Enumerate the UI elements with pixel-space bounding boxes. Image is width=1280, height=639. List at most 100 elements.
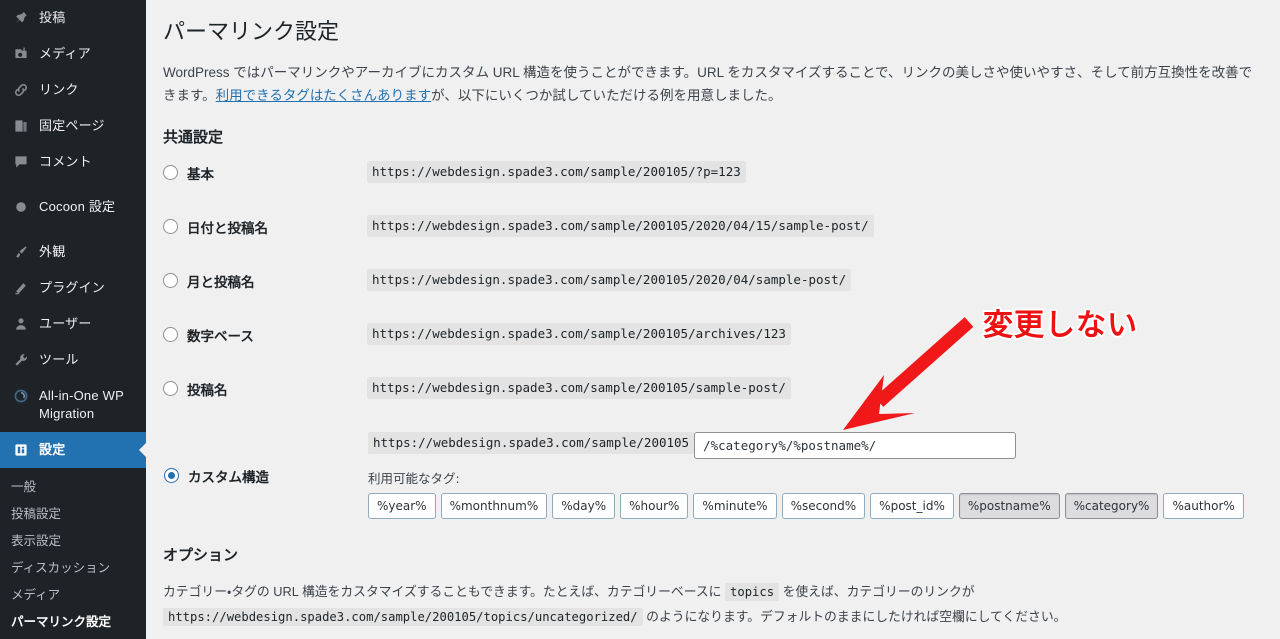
permalink-example-url: https://webdesign.spade3.com/sample/2001… [367,268,852,291]
sidebar-item-users[interactable]: ユーザー [0,306,146,342]
tag-button-author[interactable]: %author% [1163,492,1244,519]
sidebar-item-comments[interactable]: コメント [0,144,146,180]
permalink-option-row: 数字ベース https://webdesign.spade3.com/sampl… [163,322,1260,377]
migration-icon [11,387,31,405]
submenu-item-general[interactable]: 一般 [0,474,146,501]
permalink-example-url: https://webdesign.spade3.com/sample/2001… [367,214,874,237]
options-title: オプション [163,546,239,564]
sidebar-item-label: 外観 [39,244,66,259]
permalink-option-row: 基本 https://webdesign.spade3.com/sample/2… [163,160,1260,215]
available-tags-label: 利用可能なタグ: [368,470,460,486]
media-icon [11,45,31,63]
custom-structure-input[interactable] [694,431,1017,459]
available-tags-row: %year% %monthnum% %day% %hour% %minute% … [368,492,1259,519]
sidebar-item-label: ツール [39,352,79,367]
permalink-base-url: https://webdesign.spade3.com/sample/2001… [368,431,695,454]
permalink-option-label: 投稿名 [187,382,228,398]
permalink-option-post-name[interactable]: 投稿名 [163,379,367,399]
sidebar-item-tools[interactable]: ツール [0,342,146,378]
tag-button-second[interactable]: %second% [781,492,866,519]
available-tags-link[interactable]: 利用できるタグはたくさんあります [216,88,431,103]
tag-button-hour[interactable]: %hour% [620,492,689,519]
sidebar-item-label: Cocoon 設定 [39,199,116,214]
sidebar-item-settings[interactable]: 設定 [0,432,146,468]
common-settings-title: 共通設定 [163,128,224,146]
sidebar-separator [0,180,146,189]
submenu-item-writing[interactable]: 投稿設定 [0,501,146,528]
sidebar-item-label: 投稿 [39,10,66,25]
permalink-option-row-custom: カスタム構造 https://webdesign.spade3.com/samp… [163,431,1260,520]
sidebar-item-links[interactable]: リンク [0,72,146,108]
sidebar-item-appearance[interactable]: 外観 [0,234,146,270]
intro-paragraph: WordPress ではパーマリンクやアーカイブにカスタム URL 構造を使うこ… [163,61,1260,108]
sidebar-separator [0,225,146,234]
permalink-option-numeric[interactable]: 数字ベース [163,325,367,345]
submenu-item-media[interactable]: メディア [0,582,146,609]
tag-button-category[interactable]: %category% [1064,492,1159,519]
circle-icon [11,198,31,216]
sidebar-item-posts[interactable]: 投稿 [0,0,146,36]
permalink-option-month-and-name[interactable]: 月と投稿名 [163,271,367,291]
link-icon [11,81,31,99]
radio-month-and-name[interactable] [163,273,178,289]
permalink-option-custom-structure[interactable]: カスタム構造 [164,466,366,486]
options-text-part2: を使えば、カテゴリーのリンクが [782,583,975,599]
sidebar-item-label: 固定ページ [39,118,105,133]
sidebar-item-all-in-one-wp-migration[interactable]: All-in-One WP Migration [0,378,146,432]
intro-text-part2: が、以下にいくつか試していただける例を用意しました。 [431,88,782,104]
sidebar-item-plugins[interactable]: プラグイン [0,270,146,306]
radio-plain[interactable] [163,165,178,181]
permalink-option-label: 数字ベース [187,328,254,344]
sidebar-item-media[interactable]: メディア [0,36,146,72]
permalink-option-plain[interactable]: 基本 [163,163,367,183]
sidebar-item-cocoon-settings[interactable]: Cocoon 設定 [0,189,146,225]
permalink-example-url: https://webdesign.spade3.com/sample/2001… [367,376,791,399]
radio-custom-structure[interactable] [164,468,179,484]
options-description: カテゴリー・タグの URL 構造をカスタマイズすることもできます。たとえば、カテ… [163,579,1260,630]
plugin-icon [11,279,31,297]
permalink-option-day-and-name[interactable]: 日付と投稿名 [163,217,367,237]
admin-screen: 投稿 メディア リンク 固定ページ コメント Cocoon 設定 外観 プラグイ… [0,0,1280,639]
admin-sidebar: 投稿 メディア リンク 固定ページ コメント Cocoon 設定 外観 プラグイ… [0,0,146,639]
sidebar-item-label: コメント [39,154,92,169]
user-icon [11,315,31,333]
settings-icon [11,441,31,459]
sidebar-item-label: リンク [39,82,79,97]
radio-day-and-name[interactable] [163,219,178,235]
permalink-option-label: カスタム構造 [188,469,269,485]
submenu-item-permalinks[interactable]: パーマリンク設定 [0,609,146,636]
brush-icon [11,243,31,261]
permalink-option-label: 日付と投稿名 [187,220,268,236]
options-text-part1: カテゴリー・タグの URL 構造をカスタマイズすることもできます。たとえば、カテ… [163,583,722,599]
sidebar-item-label: プラグイン [39,280,106,295]
pages-icon [11,117,31,135]
submenu-item-discussion[interactable]: ディスカッション [0,555,146,582]
options-text-part3: のようになります。デフォルトのままにしたければ空欄にしてください。 [646,609,1067,625]
category-url-example: https://webdesign.spade3.com/sample/2001… [163,608,643,627]
submenu-item-reading[interactable]: 表示設定 [0,528,146,555]
permalink-option-row: 日付と投稿名 https://webdesign.spade3.com/samp… [163,214,1260,269]
permalink-example-url: https://webdesign.spade3.com/sample/2001… [367,322,791,345]
sidebar-item-label: All-in-One WP Migration [39,388,124,421]
permalink-option-label: 基本 [187,166,214,182]
tag-button-postname[interactable]: %postname% [958,492,1060,519]
permalink-example-url: https://webdesign.spade3.com/sample/2001… [367,160,746,183]
radio-numeric[interactable] [163,327,178,343]
tag-button-day[interactable]: %day% [552,492,616,519]
sidebar-item-label: ユーザー [39,316,92,331]
tag-button-year[interactable]: %year% [368,492,436,519]
sidebar-item-pages[interactable]: 固定ページ [0,108,146,144]
comment-icon [11,153,31,171]
tag-button-post-id[interactable]: %post_id% [870,492,954,519]
tag-button-minute[interactable]: %minute% [693,492,777,519]
page-title: パーマリンク設定 [163,19,340,44]
permalink-options-table: 基本 https://webdesign.spade3.com/sample/2… [163,160,1260,520]
radio-post-name[interactable] [163,381,178,397]
sidebar-item-label: メディア [39,46,91,61]
permalink-option-row: 投稿名 https://webdesign.spade3.com/sample/… [163,376,1260,431]
category-base-example: topics [725,582,780,601]
wrench-icon [11,351,31,369]
pin-icon [11,9,31,27]
tag-button-monthnum[interactable]: %monthnum% [440,492,548,519]
permalink-option-row: 月と投稿名 https://webdesign.spade3.com/sampl… [163,268,1260,323]
